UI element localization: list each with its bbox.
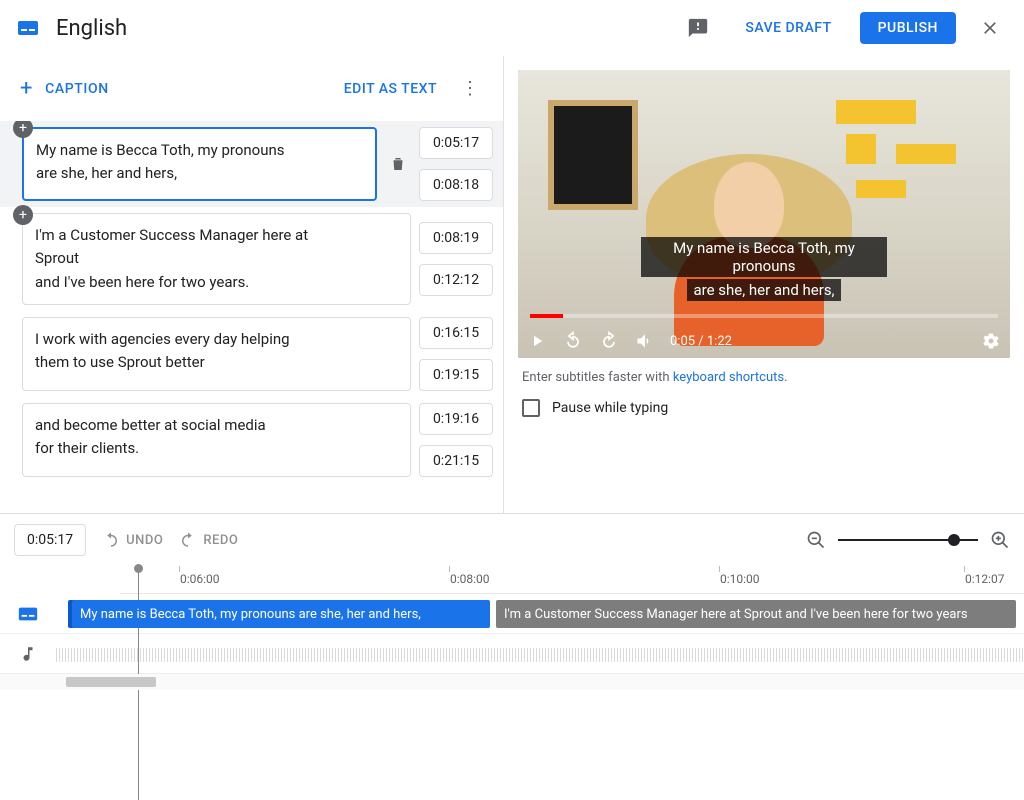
settings-icon[interactable] bbox=[980, 330, 1002, 352]
zoom-out-icon[interactable] bbox=[806, 530, 826, 550]
feedback-icon[interactable] bbox=[679, 9, 717, 47]
caption-end-time[interactable]: 0:12:12 bbox=[419, 264, 493, 296]
close-icon[interactable] bbox=[972, 10, 1008, 46]
caption-text-input[interactable]: and become better at social media for th… bbox=[22, 403, 411, 477]
caption-end-time[interactable]: 0:08:18 bbox=[419, 169, 493, 201]
caption-end-time[interactable]: 0:19:15 bbox=[419, 359, 493, 391]
add-caption-label: CAPTION bbox=[45, 81, 109, 97]
keyboard-shortcuts-link[interactable]: keyboard shortcuts bbox=[673, 370, 784, 385]
plus-icon: + bbox=[20, 76, 33, 101]
audio-track-icon bbox=[0, 645, 56, 663]
insert-caption-after-icon[interactable]: + bbox=[13, 205, 33, 225]
caption-row[interactable]: and become better at social media for th… bbox=[0, 397, 503, 483]
save-draft-button[interactable]: SAVE DRAFT bbox=[733, 12, 843, 44]
page-title: English bbox=[56, 16, 127, 41]
redo-button[interactable]: REDO bbox=[179, 531, 238, 549]
zoom-slider[interactable] bbox=[838, 539, 978, 541]
timeline-segment[interactable]: I'm a Customer Success Manager here at S… bbox=[496, 600, 1016, 628]
timeline-segment[interactable]: My name is Becca Toth, my pronouns are s… bbox=[72, 600, 490, 628]
caption-text-input[interactable]: My name is Becca Toth, my pronouns are s… bbox=[22, 127, 377, 201]
add-caption-button[interactable]: + CAPTION bbox=[20, 76, 109, 101]
rewind-icon[interactable] bbox=[562, 330, 584, 352]
keyboard-shortcuts-hint: Enter subtitles faster with keyboard sho… bbox=[522, 370, 1006, 385]
caption-track-icon bbox=[0, 603, 56, 625]
caption-start-time[interactable]: 0:19:16 bbox=[419, 403, 493, 435]
caption-end-time[interactable]: 0:21:15 bbox=[419, 445, 493, 477]
publish-button[interactable]: PUBLISH bbox=[860, 12, 956, 44]
audio-track bbox=[0, 634, 1024, 674]
undo-button[interactable]: UNDO bbox=[102, 531, 163, 549]
caption-row[interactable]: I work with agencies every day helping t… bbox=[0, 311, 503, 397]
timeline-ruler[interactable]: 0:06:00 0:08:00 0:10:00 0:12:07 bbox=[120, 566, 1024, 594]
more-options-icon[interactable]: ⋮ bbox=[453, 70, 487, 107]
video-preview[interactable]: My name is Becca Toth, my pronouns are s… bbox=[518, 70, 1010, 358]
caption-text-input[interactable]: I work with agencies every day helping t… bbox=[22, 317, 411, 391]
caption-row[interactable]: + + My name is Becca Toth, my pronouns a… bbox=[0, 121, 503, 207]
caption-text-input[interactable]: I'm a Customer Success Manager here at S… bbox=[22, 213, 411, 305]
forward-icon[interactable] bbox=[598, 330, 620, 352]
caption-track: My name is Becca Toth, my pronouns are s… bbox=[0, 594, 1024, 634]
zoom-in-icon[interactable] bbox=[990, 530, 1010, 550]
video-time-display: 0:05 / 1:22 bbox=[670, 334, 732, 349]
video-progress-bar[interactable] bbox=[530, 314, 998, 318]
play-icon[interactable] bbox=[526, 330, 548, 352]
caption-start-time[interactable]: 0:16:15 bbox=[419, 317, 493, 349]
pause-while-typing-label: Pause while typing bbox=[552, 400, 668, 416]
pause-while-typing-checkbox[interactable] bbox=[522, 399, 540, 417]
caption-start-time[interactable]: 0:05:17 bbox=[419, 127, 493, 159]
delete-caption-icon[interactable] bbox=[385, 155, 411, 173]
volume-icon[interactable] bbox=[634, 330, 656, 352]
caption-start-time[interactable]: 0:08:19 bbox=[419, 222, 493, 254]
edit-as-text-button[interactable]: EDIT AS TEXT bbox=[344, 81, 437, 97]
caption-row[interactable]: I'm a Customer Success Manager here at S… bbox=[0, 207, 503, 311]
timeline-current-time[interactable]: 0:05:17 bbox=[14, 524, 86, 556]
timeline-scrollbar[interactable] bbox=[0, 674, 1024, 690]
video-subtitle-overlay: My name is Becca Toth, my pronouns are s… bbox=[641, 236, 887, 302]
caption-list: + + My name is Becca Toth, my pronouns a… bbox=[0, 121, 503, 513]
subtitles-icon bbox=[16, 16, 40, 40]
waveform bbox=[56, 648, 1024, 662]
